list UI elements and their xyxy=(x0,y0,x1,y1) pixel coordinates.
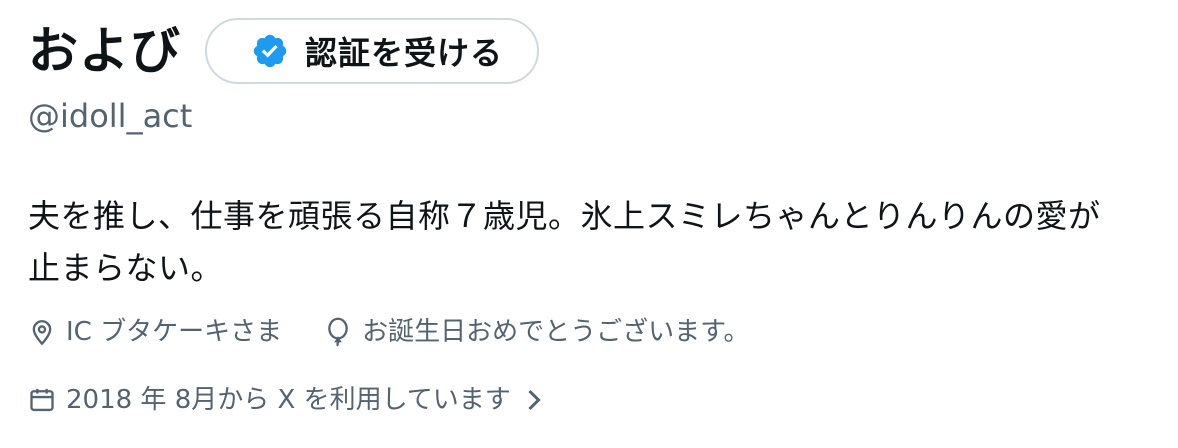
calendar-icon xyxy=(30,388,54,412)
bio-line: 止まらない。 xyxy=(28,249,224,287)
get-verified-button[interactable]: 認証を受ける xyxy=(205,18,540,84)
verified-badge-icon xyxy=(251,32,289,70)
bio-line: 夫を推し、仕事を頑張る自称７歳児。氷上スミレちゃんとりんりんの愛が xyxy=(28,197,1101,235)
location-text: IC ブタケーキさま xyxy=(66,317,283,347)
display-name: および xyxy=(28,22,181,80)
joined-text: 2018 年 8月から X を利用しています xyxy=(66,385,511,415)
chevron-right-icon xyxy=(528,389,541,411)
location-item: IC ブタケーキさま xyxy=(28,312,282,352)
birthday-item: お誕生日おめでとうございます。 xyxy=(324,312,750,352)
location-pin-icon xyxy=(32,320,52,346)
birthday-text: お誕生日おめでとうございます。 xyxy=(362,317,750,347)
profile-bio: 夫を推し、仕事を頑張る自称７歳児。氷上スミレちゃんとりんりんの愛が 止まらない。 xyxy=(28,190,1148,294)
get-verified-label: 認証を受ける xyxy=(305,34,504,72)
profile-handle: @idoll_act xyxy=(28,97,193,135)
profile-meta-row: IC ブタケーキさま お誕生日おめでとうございます。 xyxy=(28,312,792,352)
profile-name-row: および 認証を受ける xyxy=(28,18,540,84)
joined-date-link[interactable]: 2018 年 8月から X を利用しています xyxy=(28,380,543,420)
balloon-icon xyxy=(328,317,348,347)
